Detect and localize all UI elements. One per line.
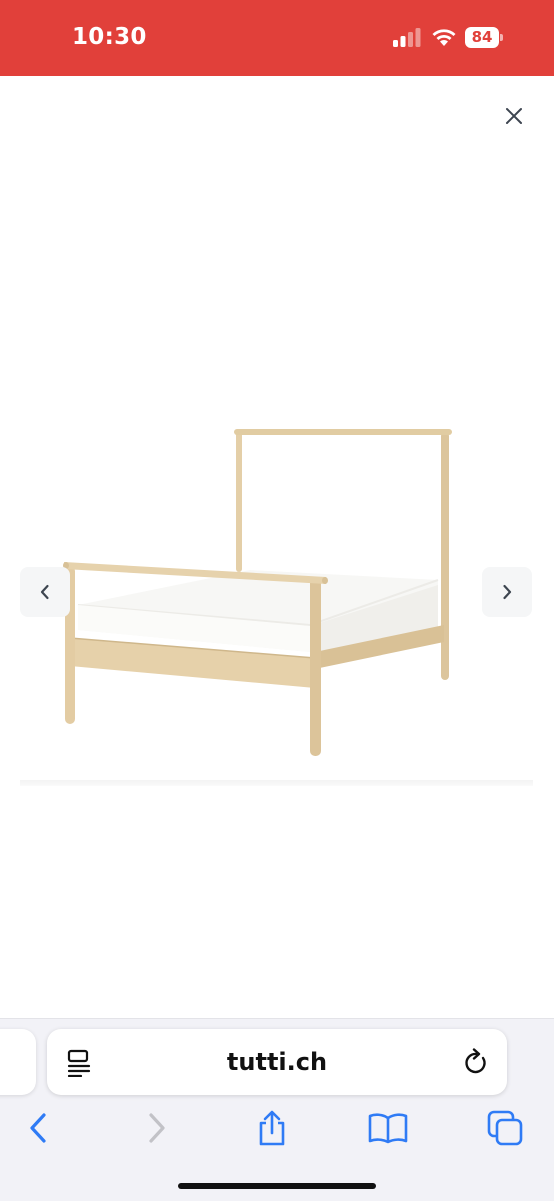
forward-button[interactable] bbox=[135, 1106, 179, 1150]
reload-icon[interactable] bbox=[463, 1048, 489, 1076]
wifi-icon bbox=[432, 29, 456, 46]
reader-mode-icon[interactable] bbox=[67, 1049, 93, 1077]
battery-icon: 84 bbox=[465, 27, 503, 48]
forward-icon bbox=[149, 1113, 165, 1143]
gallery-prev-button[interactable] bbox=[20, 567, 70, 617]
tabs-button[interactable] bbox=[483, 1106, 527, 1150]
cellular-signal-icon bbox=[393, 28, 421, 47]
gallery-divider bbox=[20, 780, 533, 786]
status-bar: 10:30 84 bbox=[0, 0, 554, 76]
bookmarks-button[interactable] bbox=[366, 1106, 410, 1150]
chevron-left-icon bbox=[40, 584, 49, 600]
chevron-right-icon bbox=[503, 584, 512, 600]
tabs-icon bbox=[487, 1110, 523, 1146]
share-icon bbox=[259, 1110, 285, 1146]
back-button[interactable] bbox=[16, 1106, 60, 1150]
share-button[interactable] bbox=[250, 1106, 294, 1150]
battery-level: 84 bbox=[465, 27, 499, 48]
gallery-next-button[interactable] bbox=[482, 567, 532, 617]
status-time: 10:30 bbox=[72, 24, 147, 50]
previous-tab-card[interactable] bbox=[0, 1029, 36, 1095]
home-indicator[interactable] bbox=[178, 1183, 376, 1189]
battery-cap bbox=[500, 34, 503, 41]
back-icon bbox=[30, 1113, 46, 1143]
bookmarks-icon bbox=[368, 1113, 408, 1144]
address-bar[interactable]: tutti.ch bbox=[47, 1029, 507, 1095]
product-photo-bed-frame bbox=[63, 429, 452, 756]
address-url[interactable]: tutti.ch bbox=[47, 1029, 507, 1095]
